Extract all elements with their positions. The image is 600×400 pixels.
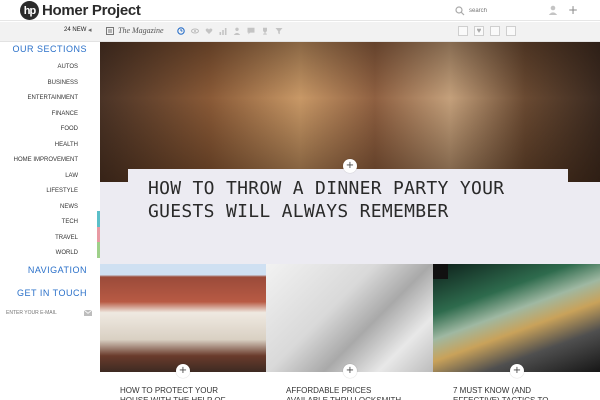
chevron-left-icon[interactable]: ◂ [88,26,92,34]
magazine-icon [106,26,114,35]
headline-box: HOW TO THROW A DINNER PARTY YOUR GUESTS … [128,169,568,229]
site-logo[interactable]: hp Homer Project [20,1,141,20]
sidebar-item-health[interactable]: HEALTH [14,138,78,154]
sidebar-item-tech[interactable]: TECH [14,215,78,231]
hero-headline-panel: HOW TO THROW A DINNER PARTY YOUR GUESTS … [100,169,600,264]
user-icon[interactable] [548,5,558,15]
favorite-heart-icon[interactable]: ♥ [474,26,484,36]
mail-icon[interactable] [84,309,92,316]
top-header: hp Homer Project + [0,0,600,21]
sidebar-item-world[interactable]: WORLD [14,246,78,262]
comment-icon[interactable] [247,27,255,35]
logo-mark: hp [20,1,39,20]
person-icon[interactable] [233,27,241,35]
magazine-link[interactable]: The Magazine [106,26,164,35]
navigation-title[interactable]: NAVIGATION [28,265,87,275]
heart-icon[interactable] [205,27,213,35]
new-label: NEW [72,27,87,33]
bar-chart-icon[interactable] [219,27,227,35]
list-toggle[interactable] [506,26,516,36]
article-card[interactable]: + 7 MUST KNOW (AND EFFECTIVE) TACTICS TO… [433,264,600,400]
hero-plus-button[interactable]: + [343,159,357,173]
email-signup [6,308,92,317]
eye-icon[interactable] [191,27,199,35]
trophy-icon[interactable] [261,27,269,35]
search-icon [455,5,465,15]
card-image-house [100,264,266,372]
card-image-credit-cards [433,264,600,372]
sidebar-item-food[interactable]: FOOD [14,122,78,138]
subbar-actions: ♥ [458,26,516,36]
new-count: 24 [64,27,71,33]
email-field[interactable] [6,309,76,316]
sidebar-item-entertainment[interactable]: ENTERTAINMENT [14,91,78,107]
card-plus-button[interactable]: + [343,364,357,378]
plus-icon[interactable]: + [568,4,578,16]
sections-list: AUTOS BUSINESS ENTERTAINMENT FINANCE FOO… [14,60,78,262]
sidebar-item-business[interactable]: BUSINESS [14,76,78,92]
hero-headline[interactable]: HOW TO THROW A DINNER PARTY YOUR GUESTS … [148,177,568,223]
card-plus-button[interactable]: + [510,364,524,378]
search-input[interactable] [469,7,529,14]
article-card[interactable]: + HOW TO PROTECT YOUR HOUSE WITH THE HEL… [100,264,266,400]
card-title[interactable]: 7 MUST KNOW (AND EFFECTIVE) TACTICS TO C… [443,382,583,400]
card-title[interactable]: AFFORDABLE PRICES AVAILABLE THRU LOCKSMI… [276,382,416,400]
filter-icon[interactable] [275,27,283,35]
sidebar-item-lifestyle[interactable]: LIFESTYLE [14,184,78,200]
sidebar: OUR SECTIONS AUTOS BUSINESS ENTERTAINMEN… [0,42,100,400]
sidebar-item-law[interactable]: LAW [14,169,78,185]
sidebar-item-news[interactable]: NEWS [14,200,78,216]
filter-icons [177,27,283,35]
sections-title: OUR SECTIONS [12,44,87,54]
sidebar-item-travel[interactable]: TRAVEL [14,231,78,247]
layout-toggle[interactable] [490,26,500,36]
sidebar-item-autos[interactable]: AUTOS [14,60,78,76]
article-card[interactable]: + AFFORDABLE PRICES AVAILABLE THRU LOCKS… [266,264,433,400]
magazine-label: The Magazine [118,26,164,35]
contact-title[interactable]: GET IN TOUCH [17,288,87,298]
logo-text: Homer Project [42,2,141,19]
card-plus-button[interactable]: + [176,364,190,378]
card-corner-badge [433,264,448,279]
sub-navigation-bar: 24 NEW ◂ The Magazine ♥ [0,22,600,42]
clock-icon[interactable] [177,27,185,35]
sidebar-item-finance[interactable]: FINANCE [14,107,78,123]
card-image-locks [266,264,433,372]
new-count-badge[interactable]: 24 NEW [64,27,86,33]
card-title[interactable]: HOW TO PROTECT YOUR HOUSE WITH THE HELP … [110,382,250,400]
sidebar-item-home-improvement[interactable]: HOME IMPROVEMENT [14,153,78,169]
search-box[interactable] [455,4,535,17]
grid-toggle[interactable] [458,26,468,36]
